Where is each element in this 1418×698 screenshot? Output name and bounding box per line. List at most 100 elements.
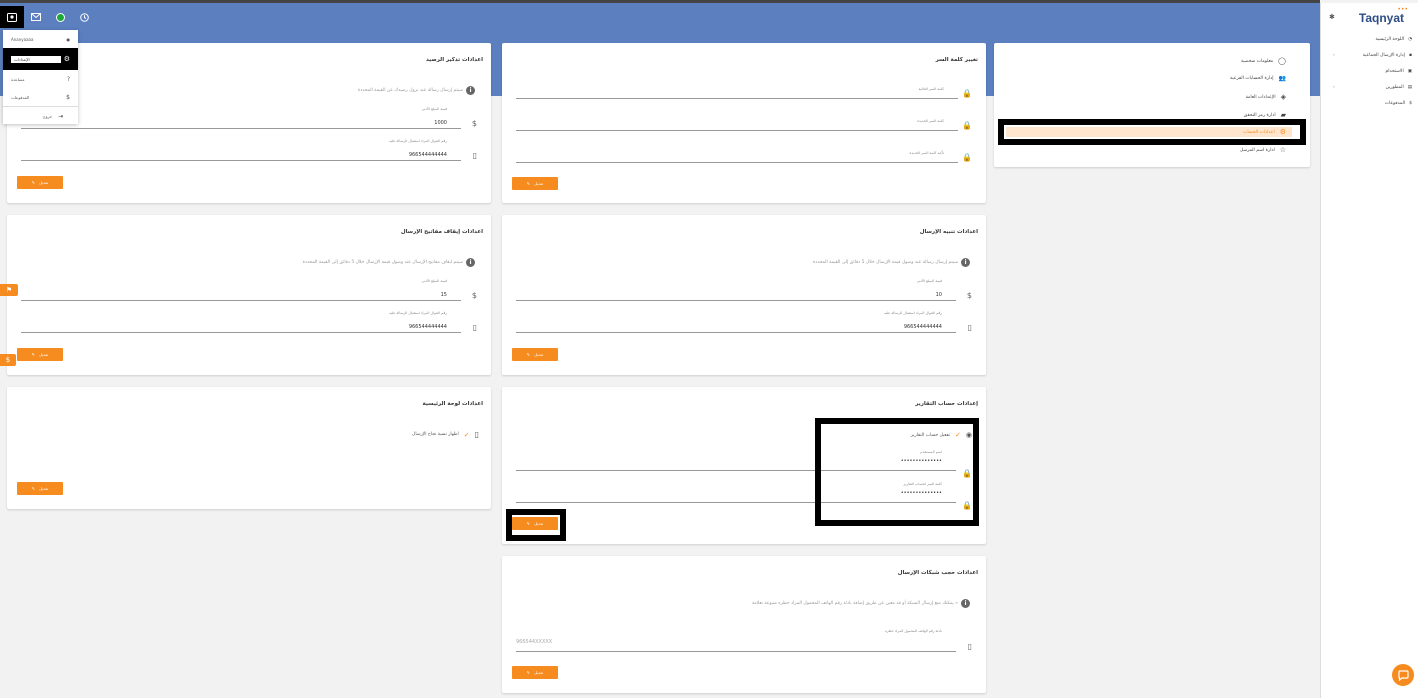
sidebar-toggle-icon[interactable]: ✱	[1329, 13, 1335, 21]
stop-mobile-field[interactable]: رقم الجوال المراد استقبال الرسالة عليه 9…	[21, 309, 477, 333]
info-message: يمكنك منع إرسال الشبكة أو قد معين عن طري…	[751, 601, 958, 606]
edit-button[interactable]: ✎ تعديل	[512, 348, 558, 361]
lock-icon: 🔒	[962, 121, 972, 130]
edit-button-label: تعديل	[534, 352, 544, 357]
edit-button[interactable]: ✎ تعديل	[17, 348, 63, 361]
dollar-tab-icon[interactable]: $	[0, 354, 16, 366]
edit-button[interactable]: ✎ تعديل	[512, 666, 558, 679]
sidebar-item-usage[interactable]: الاستخدام ▣	[1321, 63, 1418, 79]
pencil-icon: ✎	[31, 180, 36, 185]
menu-item-label: اعدادات الحساب	[1243, 129, 1275, 135]
send-alert-card: اعدادات تنبيه الإرسال سيتم إرسال رسالة ع…	[502, 215, 986, 375]
info-icon: i	[466, 258, 475, 267]
settings-item-personal-info[interactable]: معلومات شخصية ◯	[1241, 57, 1286, 65]
field-value: 1000	[434, 120, 447, 126]
user-circle-icon: ◯	[1278, 57, 1286, 65]
block-prefix-field[interactable]: بادئة رقم الهاتف المحمول المراد حظره 966…	[516, 628, 972, 652]
clock-icon[interactable]	[72, 6, 96, 28]
edit-button[interactable]: ✎ تعديل	[17, 176, 63, 189]
info-icon: i	[961, 599, 970, 608]
chat-support-icon[interactable]	[1392, 664, 1414, 686]
confirm-password-field[interactable]: تأكيد كلمة السر الجديدة 🔒	[516, 149, 972, 163]
menu-item-label: الإعدادات	[11, 55, 61, 63]
lock-icon: 🔒	[962, 89, 972, 98]
checkbox-label: اظهار نسبة نجاح الإرسال	[412, 432, 459, 437]
menu-item-payments[interactable]: المدفوعات $	[3, 88, 78, 106]
pencil-icon: ✎	[31, 486, 36, 491]
sidebar-menu: اللوحة الرئيسية ◔ ‹ إدارة الإرسال الجماع…	[1321, 31, 1418, 111]
edit-button-label: تعديل	[39, 352, 49, 357]
field-label: تأكيد كلمة السر الجديدة	[909, 151, 944, 155]
settings-item-otp[interactable]: ادارة رمز التحقق ▰	[1244, 111, 1286, 119]
field-value: ••••••••••••••	[900, 458, 942, 464]
dollar-icon: $	[66, 93, 70, 101]
settings-item-sub-accounts[interactable]: إدارة الحسابات الفرعية 👥	[1230, 75, 1286, 82]
gear-icon: ⚙	[1279, 128, 1286, 136]
sidebar-item-payments[interactable]: المدفوعات $	[1321, 95, 1418, 111]
current-password-field[interactable]: كلمة السر الحالية 🔒	[516, 85, 972, 99]
mail-icon[interactable]	[24, 6, 48, 28]
help-icon: ?	[66, 75, 70, 83]
menu-item-label: مساعدة	[11, 76, 25, 82]
device-icon: ▯	[474, 430, 479, 439]
user-dropdown-menu: Ananyaaaa ● الإعدادات ⚙ مساعدة ? المدفوع…	[3, 30, 78, 124]
sidebar-item-bulk-send[interactable]: ‹ إدارة الإرسال الجماعية ▪	[1321, 47, 1418, 63]
alert-amount-field[interactable]: قيمة المبلغ الأدنى 10 $	[516, 277, 972, 301]
menu-item-user[interactable]: Ananyaaaa ●	[3, 30, 78, 48]
balance-reminder-card: اعدادات تذكير الرصيد سيتم إرسال رسالة عن…	[7, 43, 491, 203]
user-icon: ●	[66, 36, 71, 42]
menu-item-label: الإعدادات العامة	[1245, 94, 1276, 100]
settings-item-sender-name[interactable]: ادارة اسم المرسل ☆	[1240, 146, 1286, 154]
stop-keys-card: اعدادات إيقاف مفاتيح الإرسال سيتم ايقاف …	[7, 215, 491, 375]
menu-item-label: ادارة رمز التحقق	[1243, 112, 1276, 118]
dollar-icon: $	[1409, 100, 1412, 106]
sidebar-item-developers[interactable]: ‹ المطورين ▤	[1321, 79, 1418, 95]
menu-item-help[interactable]: مساعدة ?	[3, 70, 78, 88]
sidebar-item-label: الاستخدام	[1385, 68, 1404, 74]
check-icon: ✓	[463, 430, 470, 439]
field-value: 966544444444	[408, 152, 447, 158]
lock-icon: 🔒	[962, 469, 972, 478]
field-label: اسم المستخدم	[920, 450, 942, 454]
reports-account-toggle[interactable]: تفعيل حساب التقارير ✓ ◉	[911, 431, 972, 439]
card-title: اعدادات إيقاف مفاتيح الإرسال	[400, 229, 483, 235]
dollar-icon: $	[471, 291, 477, 300]
status-dot-icon[interactable]	[48, 6, 72, 28]
mobile-icon: ▯	[967, 323, 972, 332]
field-value: 15	[440, 292, 447, 298]
mobile-icon: ▯	[472, 323, 477, 332]
info-message: سيتم إرسال رسالة عند نزول رصيدك عن القيم…	[357, 88, 463, 93]
menu-item-label: ادارة اسم المرسل	[1239, 147, 1275, 153]
edit-button-label: تعديل	[534, 521, 544, 526]
mobile-icon: ▯	[967, 642, 972, 651]
success-rate-toggle[interactable]: اظهار نسبة نجاح الإرسال ✓ ▯	[412, 430, 479, 439]
chevron-left-icon: ‹	[1333, 52, 1335, 58]
edit-button[interactable]: ✎ تعديل	[17, 482, 63, 495]
sidebar-item-dashboard[interactable]: اللوحة الرئيسية ◔	[1321, 31, 1418, 47]
dashboard-settings-card: اعدادات لوحة الرئيسية اظهار نسبة نجاح ال…	[7, 387, 491, 509]
field-placeholder: 966544XXXXX	[516, 639, 553, 645]
menu-item-label: Ananyaaaa	[11, 36, 34, 42]
sidebar-item-label: إدارة الإرسال الجماعية	[1362, 52, 1405, 58]
info-message: سيتم ايقاف مفاتيح الإرسال عند وصول قيمة …	[302, 260, 463, 265]
settings-item-general[interactable]: الإعدادات العامة ◈	[1246, 93, 1286, 101]
reports-username-field[interactable]: اسم المستخدم •••••••••••••• 🔒	[516, 449, 972, 478]
flag-tab-icon[interactable]: ⚑	[0, 284, 18, 296]
sidebar-item-label: المطورين	[1385, 84, 1404, 90]
reports-password-field[interactable]: كلمة السر لحساب التقارير •••••••••••••• …	[516, 481, 972, 510]
balance-amount-field[interactable]: قيمة المبلغ الأدنى 1000 $	[21, 105, 477, 129]
new-password-field[interactable]: كلمة السر الجديدة 🔒	[516, 117, 972, 131]
edit-button[interactable]: ✎ تعديل	[512, 517, 558, 530]
balance-mobile-field[interactable]: رقم الجوال المراد استقبال الرسالة عليه 9…	[21, 137, 477, 161]
menu-item-settings[interactable]: الإعدادات ⚙	[3, 48, 78, 70]
sidebar: ••• Taqnyat ✱ اللوحة الرئيسية ◔ ‹ إدارة …	[1320, 3, 1418, 698]
profile-icon[interactable]	[0, 6, 24, 28]
stop-amount-field[interactable]: قيمة المبلغ الأدنى 15 $	[21, 277, 477, 301]
field-value: 966544444444	[903, 324, 942, 330]
settings-item-account[interactable]: اعدادات الحساب ⚙	[1006, 127, 1292, 137]
sidebar-item-label: اللوحة الرئيسية	[1375, 36, 1405, 42]
info-message: سيتم إرسال رسالة عند وصول قيمة الإرسال خ…	[812, 260, 958, 265]
edit-button[interactable]: ✎ تعديل	[512, 177, 558, 190]
alert-mobile-field[interactable]: رقم الجوال المراد استقبال الرسالة عليه 9…	[516, 309, 972, 333]
menu-item-logout[interactable]: خروج ⇥	[3, 107, 78, 125]
